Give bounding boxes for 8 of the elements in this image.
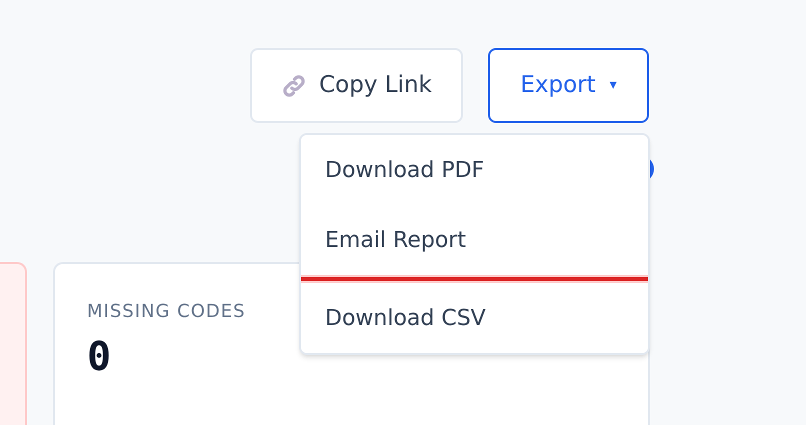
menu-item[interactable]: Download CSV bbox=[301, 283, 648, 353]
link-icon bbox=[281, 72, 308, 98]
copy-link-button[interactable]: Copy Link bbox=[250, 48, 463, 123]
caret-icon: ▾ bbox=[610, 75, 617, 96]
card-value: 0 bbox=[87, 333, 112, 382]
card-label: MISSING CODES bbox=[87, 300, 246, 324]
menu-item[interactable]: Email Report bbox=[301, 205, 648, 275]
export-button[interactable]: Export ▾ bbox=[488, 48, 649, 123]
